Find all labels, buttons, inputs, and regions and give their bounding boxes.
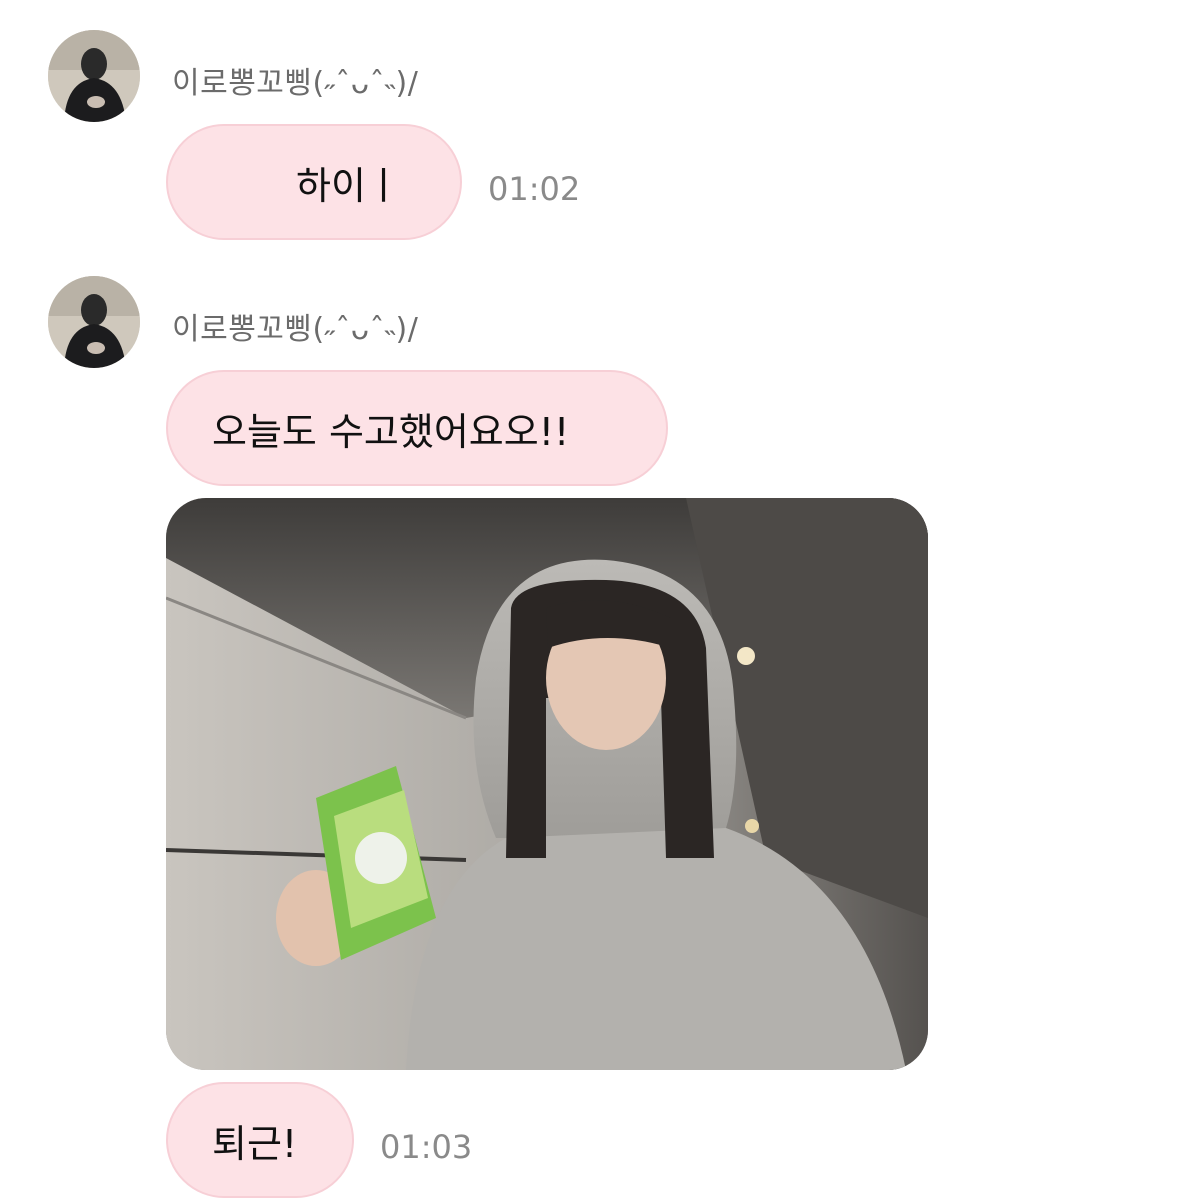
sender-name: 이로뽕꼬삥(˶ˆᴗˆ˵)/ xyxy=(172,66,419,101)
message-timestamp: 01:03 xyxy=(380,1128,473,1166)
message-bubble[interactable]: 퇴근! xyxy=(166,1082,354,1198)
sender-avatar[interactable] xyxy=(48,30,140,122)
chat-thread: 이로뽕꼬삥(˶ˆᴗˆ˵)/ 하이ㅣ 01:02 이로뽕꼬삥(˶ˆᴗˆ˵)/ 오늘… xyxy=(0,0,1196,1200)
message-photo[interactable] xyxy=(166,498,928,1070)
message-bubble[interactable]: 하이ㅣ xyxy=(166,124,462,240)
avatar-photo xyxy=(48,276,140,368)
sender-avatar[interactable] xyxy=(48,276,140,368)
message-text: 하이ㅣ xyxy=(296,163,401,208)
message-bubble[interactable]: 오늘도 수고했어요오!! xyxy=(166,370,668,486)
sender-name: 이로뽕꼬삥(˶ˆᴗˆ˵)/ xyxy=(172,312,419,347)
photo-image xyxy=(166,498,928,1070)
message-text: 오늘도 수고했어요오!! xyxy=(212,409,570,454)
avatar-photo xyxy=(48,30,140,122)
message-timestamp: 01:02 xyxy=(488,170,581,208)
message-text: 퇴근! xyxy=(212,1121,298,1166)
